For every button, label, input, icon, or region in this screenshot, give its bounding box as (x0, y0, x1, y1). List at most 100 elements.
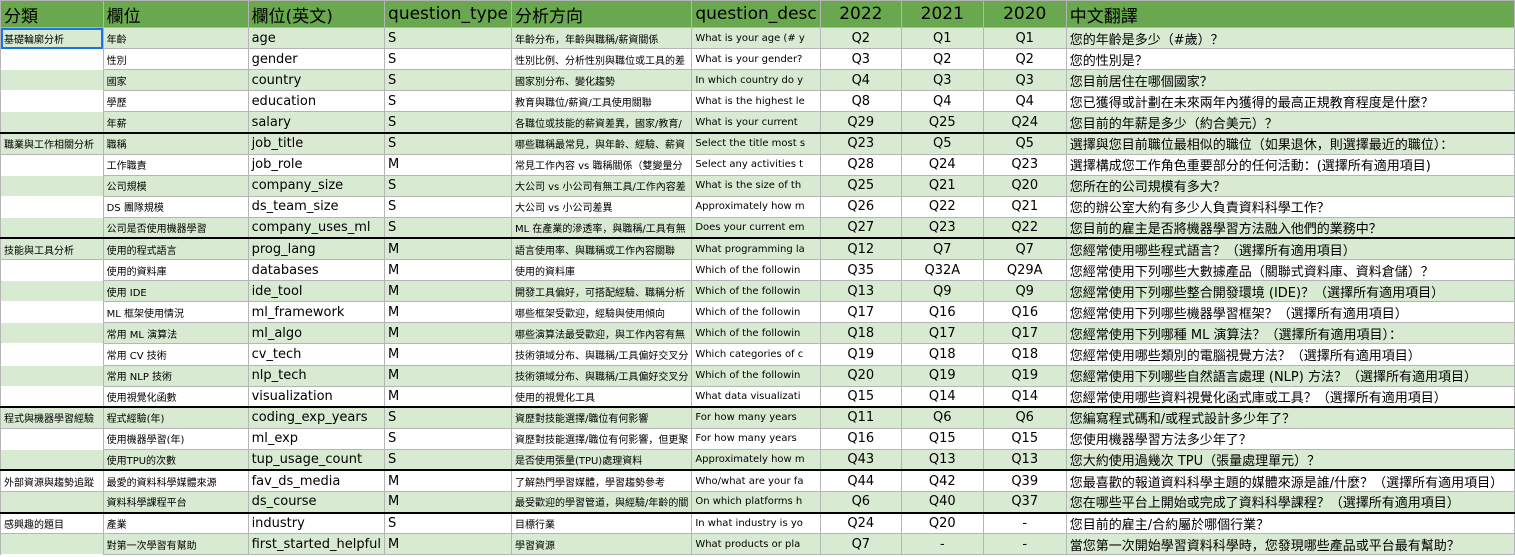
q2020-cell[interactable]: Q2 (982, 48, 1067, 71)
category-cell[interactable] (0, 365, 104, 387)
q2022-cell[interactable]: Q8 (819, 90, 902, 113)
field-cell[interactable]: 工作職責 (102, 153, 249, 176)
question-desc-cell[interactable]: In which country do y (691, 69, 821, 92)
question-type-cell[interactable]: S (384, 48, 512, 71)
q2020-cell[interactable]: Q18 (982, 343, 1067, 366)
q2022-cell[interactable]: Q23 (819, 131, 902, 155)
q2022-cell[interactable]: Q13 (819, 280, 902, 303)
analysis-cell[interactable]: 語言使用率、與職稱或工作內容關聯 (510, 237, 693, 261)
category-cell[interactable] (0, 196, 104, 218)
q2021-cell[interactable]: - (900, 533, 984, 556)
question-type-cell[interactable]: M (384, 364, 512, 387)
analysis-cell[interactable]: 哪些框架受歡迎，經驗與使用傾向 (510, 301, 693, 324)
q2020-cell[interactable]: - (982, 533, 1067, 556)
q2020-cell[interactable]: Q4 (982, 90, 1067, 113)
q2021-cell[interactable]: Q20 (900, 511, 984, 535)
question-type-cell[interactable]: S (384, 111, 512, 134)
header-analysis-cell[interactable]: 分析方向 (510, 0, 693, 28)
analysis-cell[interactable]: 國家別分布、變化趨勢 (510, 69, 693, 92)
field-en-cell[interactable]: coding_exp_years (247, 406, 386, 429)
analysis-cell[interactable]: 大公司 vs 小公司差異 (510, 195, 693, 218)
field-cell[interactable]: 性別 (102, 48, 249, 71)
q2021-cell[interactable]: Q13 (900, 448, 984, 471)
q2020-cell[interactable]: Q1 (982, 26, 1067, 50)
field-cell[interactable]: 使用視覺化函數 (102, 385, 249, 408)
translation-cell[interactable]: 您使用機器學習方法多少年了？ (1065, 427, 1515, 450)
q2020-cell[interactable]: Q14 (982, 385, 1067, 408)
q2020-cell[interactable]: Q21 (982, 195, 1067, 218)
question-type-cell[interactable]: M (384, 280, 512, 303)
category-cell[interactable]: 感興趣的題目 (0, 511, 104, 535)
q2021-cell[interactable]: Q22 (900, 195, 984, 218)
translation-cell[interactable]: 您經常使用下列哪種 ML 演算法？（選擇所有適用項目）： (1065, 322, 1515, 345)
q2020-cell[interactable]: Q37 (982, 491, 1067, 514)
q2022-cell[interactable]: Q18 (819, 322, 902, 345)
field-en-cell[interactable]: company_uses_ml (247, 216, 386, 239)
analysis-cell[interactable]: 資歷對技能選擇/職位有何影響，但更聚 (510, 427, 693, 450)
category-cell[interactable] (0, 386, 104, 408)
question-type-cell[interactable]: M (384, 343, 512, 366)
q2021-cell[interactable]: Q32A (900, 259, 984, 282)
translation-cell[interactable]: 您經常使用下列哪些機器學習框架？（選擇所有適用項目） (1065, 301, 1515, 324)
field-en-cell[interactable]: nlp_tech (247, 364, 386, 387)
question-type-cell[interactable]: S (384, 131, 512, 155)
header-2022-cell[interactable]: 2022 (819, 0, 902, 28)
header-question-type-cell[interactable]: question_type (384, 0, 512, 28)
q2021-cell[interactable]: Q21 (900, 174, 984, 197)
q2022-cell[interactable]: Q24 (819, 511, 902, 535)
question-desc-cell[interactable]: What is your age (# y (691, 26, 821, 50)
q2022-cell[interactable]: Q25 (819, 174, 902, 197)
header-2020-cell[interactable]: 2020 (982, 0, 1067, 28)
translation-cell[interactable]: 您的性別是？ (1065, 48, 1515, 71)
field-en-cell[interactable]: tup_usage_count (247, 448, 386, 471)
q2021-cell[interactable]: Q5 (900, 131, 984, 155)
field-cell[interactable]: 學歷 (102, 90, 249, 113)
header-question-desc-cell[interactable]: question_desc (691, 0, 821, 28)
category-cell[interactable]: 技能與工具分析 (0, 237, 104, 261)
field-en-cell[interactable]: ml_algo (247, 322, 386, 345)
question-type-cell[interactable]: M (384, 469, 512, 493)
field-en-cell[interactable]: ds_course (247, 491, 386, 514)
analysis-cell[interactable]: 學習資源 (510, 533, 693, 556)
q2022-cell[interactable]: Q3 (819, 48, 902, 71)
category-cell[interactable] (0, 428, 104, 450)
q2022-cell[interactable]: Q35 (819, 259, 902, 282)
category-cell[interactable] (0, 90, 104, 112)
translation-cell[interactable]: 選擇與您目前職位最相似的職位（如果退休，則選擇最近的職位）： (1065, 131, 1515, 155)
analysis-cell[interactable]: 使用的視覺化工具 (510, 385, 693, 408)
q2021-cell[interactable]: Q2 (900, 48, 984, 71)
field-en-cell[interactable]: salary (247, 111, 386, 134)
question-type-cell[interactable]: S (384, 174, 512, 197)
translation-cell[interactable]: 您已獲得或計劃在未來兩年內獲得的最高正規教育程度是什麼？ (1065, 90, 1515, 113)
question-desc-cell[interactable]: Does your current em (691, 216, 821, 239)
q2022-cell[interactable]: Q20 (819, 364, 902, 387)
translation-cell[interactable]: 您大約使用過幾次 TPU（張量處理單元）？ (1065, 448, 1515, 471)
category-cell[interactable]: 程式與機器學習經驗 (0, 406, 104, 429)
question-desc-cell[interactable]: What is the size of th (691, 174, 821, 197)
field-en-cell[interactable]: first_started_helpful (247, 533, 386, 556)
field-cell[interactable]: 國家 (102, 69, 249, 92)
q2021-cell[interactable]: Q15 (900, 427, 984, 450)
field-en-cell[interactable]: ds_team_size (247, 195, 386, 218)
translation-cell[interactable]: 您經常使用哪些程式語言？（選擇所有適用項目） (1065, 237, 1515, 261)
question-desc-cell[interactable]: Which of the followin (691, 301, 821, 324)
q2022-cell[interactable]: Q43 (819, 448, 902, 471)
analysis-cell[interactable]: 技術領域分布、與職稱/工具偏好交叉分 (510, 364, 693, 387)
analysis-cell[interactable]: 資歷對技能選擇/職位有何影響 (510, 406, 693, 429)
q2020-cell[interactable]: Q22 (982, 216, 1067, 239)
field-cell[interactable]: 公司規模 (102, 174, 249, 197)
q2022-cell[interactable]: Q27 (819, 216, 902, 239)
field-cell[interactable]: 年齡 (102, 26, 249, 50)
q2021-cell[interactable]: Q9 (900, 280, 984, 303)
translation-cell[interactable]: 您經常使用下列哪些大數據產品（關聯式資料庫、資料倉儲）？ (1065, 259, 1515, 282)
category-cell[interactable] (0, 69, 104, 91)
question-type-cell[interactable]: M (384, 322, 512, 345)
q2021-cell[interactable]: Q25 (900, 111, 984, 134)
field-en-cell[interactable]: industry (247, 511, 386, 535)
q2020-cell[interactable]: Q15 (982, 427, 1067, 450)
field-cell[interactable]: 產業 (102, 511, 249, 535)
q2022-cell[interactable]: Q44 (819, 469, 902, 493)
field-cell[interactable]: 使用 IDE (102, 280, 249, 303)
category-cell[interactable] (0, 533, 104, 555)
category-cell[interactable] (0, 259, 104, 281)
